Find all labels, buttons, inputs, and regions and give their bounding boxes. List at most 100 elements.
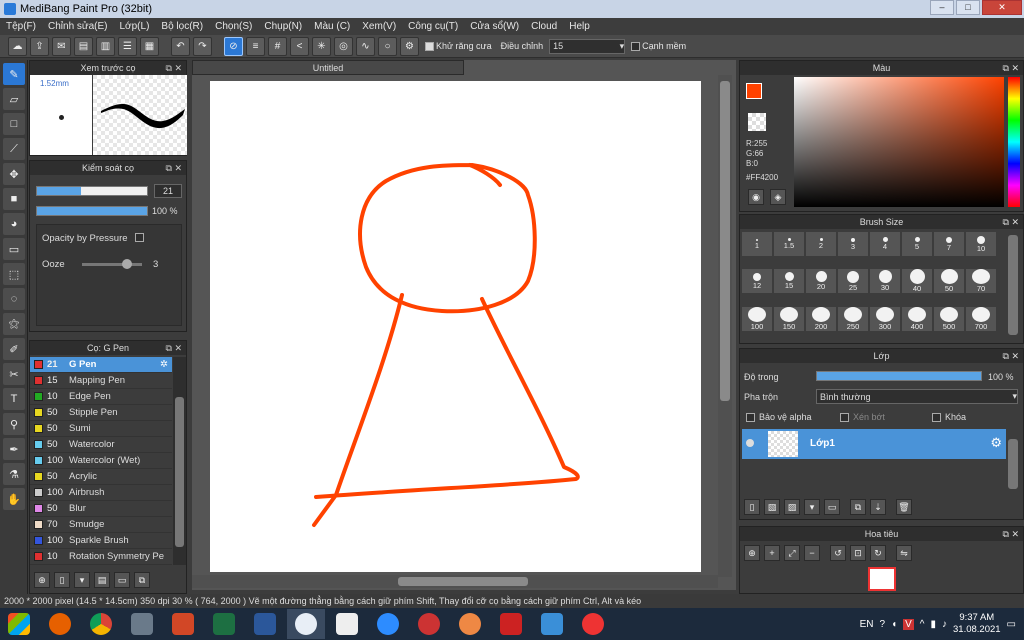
undo-icon[interactable]: ↶ (171, 36, 190, 56)
brush-tool-icon[interactable]: ✎ (3, 63, 25, 85)
taskbar-powerpoint[interactable] (164, 609, 202, 639)
brush-list-item[interactable]: 50 Stipple Pen (30, 405, 172, 421)
duplicate-icon[interactable]: ⧉ (134, 572, 150, 588)
radial-snap-icon[interactable]: ✳ (312, 36, 331, 56)
primary-color-swatch[interactable] (746, 83, 762, 99)
grid-settings-icon[interactable]: ▦ (140, 36, 159, 56)
rotate-left-icon[interactable]: ↺ (830, 545, 846, 561)
close-button[interactable]: ✕ (982, 0, 1022, 15)
taskbar-app-orange[interactable] (451, 609, 489, 639)
operation-tool-icon[interactable]: ⚲ (3, 413, 25, 435)
brush-size-cell[interactable]: 50 (934, 269, 964, 294)
lasso-tool-icon[interactable]: ◌ (3, 288, 25, 310)
brush-size-scroll-thumb[interactable] (1008, 235, 1018, 335)
document-tab[interactable]: Untitled (192, 60, 464, 75)
brush-list-item[interactable]: 50 Watercolor (30, 437, 172, 453)
canvas-horizontal-scrollbar[interactable] (192, 575, 718, 588)
volume-icon[interactable]: ♪ (942, 619, 947, 630)
start-button[interactable] (0, 609, 38, 639)
panel-close-icon[interactable]: ⧉ ✕ (166, 161, 182, 175)
cloud-icon[interactable]: ☁ (8, 36, 27, 56)
move-tool-icon[interactable]: ✥ (3, 163, 25, 185)
taskbar-chrome[interactable] (82, 609, 120, 639)
network-icon[interactable]: ▮ (930, 619, 936, 630)
select-tool-icon[interactable]: ⬚ (3, 263, 25, 285)
layer-type-menu-icon[interactable]: ▾ (804, 499, 820, 515)
grid-snap-icon[interactable]: # (268, 36, 287, 56)
taskbar-app-cf[interactable] (492, 609, 530, 639)
comment-icon[interactable]: ✉ (52, 36, 71, 56)
page-icon[interactable]: ▥ (96, 36, 115, 56)
brush-size-cell[interactable]: 40 (902, 269, 932, 294)
eyedropper-icon[interactable]: ⚗ (3, 463, 25, 485)
brush-size-cell[interactable]: 15 (774, 269, 804, 294)
tray-chevron-icon[interactable]: ^ (920, 619, 925, 630)
brush-opacity-slider[interactable] (36, 206, 148, 216)
brush-size-slider[interactable] (36, 186, 148, 196)
new-8bit-layer-icon[interactable]: ▨ (784, 499, 800, 515)
add-brush-icon[interactable]: ⊕ (34, 572, 50, 588)
smooth-edge-checkbox[interactable] (631, 41, 641, 51)
brush-size-cell[interactable]: 1 (742, 232, 772, 256)
text-tool-icon[interactable]: T (3, 388, 25, 410)
brush-list-item[interactable]: 50 Sumi (30, 421, 172, 437)
antialias-checkbox[interactable] (425, 41, 434, 51)
taskbar-app-blue[interactable] (533, 609, 571, 639)
curve-snap-icon[interactable]: ∿ (356, 36, 375, 56)
brush-list-item[interactable]: 50 Blur (30, 501, 172, 517)
reset-view-icon[interactable]: ⊡ (850, 545, 866, 561)
smooth-edge-toggle[interactable]: Cạnh mềm (628, 41, 689, 51)
drawing-canvas[interactable] (210, 81, 701, 572)
tray-icon-toggle[interactable]: ◖ (891, 619, 897, 630)
brush-settings-gear-icon[interactable]: ✲ (160, 359, 168, 370)
rotate-right-icon[interactable]: ↻ (870, 545, 886, 561)
transparent-color-swatch[interactable] (748, 113, 766, 131)
taskbar-word[interactable] (246, 609, 284, 639)
menu-color[interactable]: Màu (C) (308, 21, 356, 32)
brush-size-cell[interactable]: 30 (870, 269, 900, 294)
horizontal-scroll-thumb[interactable] (398, 577, 528, 586)
eraser-tool-icon[interactable]: ▱ (3, 88, 25, 110)
brush-size-cell[interactable]: 25 (838, 269, 868, 294)
chat-icon[interactable]: ▤ (74, 36, 93, 56)
snap-off-icon[interactable]: ⊘ (224, 36, 243, 56)
ooze-slider-knob[interactable] (122, 259, 132, 269)
brush-list-item[interactable]: 100 Watercolor (Wet) (30, 453, 172, 469)
brush-size-cell[interactable]: 1.5 (774, 232, 804, 256)
circle-snap-icon[interactable]: ◎ (334, 36, 353, 56)
duplicate-layer-icon[interactable]: ⧉ (850, 499, 866, 515)
panel-close-icon[interactable]: ⧉ ✕ (1003, 215, 1019, 229)
perspective-snap-icon[interactable]: < (290, 36, 309, 56)
panel-close-icon[interactable]: ⧉ ✕ (1003, 61, 1019, 75)
panel-close-icon[interactable]: ⧉ ✕ (166, 341, 182, 355)
layer-folder-icon[interactable]: ▭ (824, 499, 840, 515)
brush-size-cell[interactable]: 70 (966, 269, 996, 294)
dot-tool-icon[interactable]: □ (3, 113, 25, 135)
magic-wand-icon[interactable]: ⚝ (3, 313, 25, 335)
minimize-button[interactable]: – (930, 0, 954, 15)
taskbar-app-ring[interactable] (574, 609, 612, 639)
brush-size-cell[interactable]: 4 (870, 232, 900, 256)
panel-close-icon[interactable]: ⧉ ✕ (1003, 349, 1019, 363)
brush-size-value[interactable]: 21 (154, 184, 182, 198)
list-icon[interactable]: ☰ (118, 36, 137, 56)
ooze-slider[interactable] (82, 259, 142, 269)
taskbar-unikey[interactable] (328, 609, 366, 639)
menu-filter[interactable]: Bộ lọc(R) (155, 21, 209, 32)
brush-size-cell[interactable]: 3 (838, 232, 868, 256)
redo-icon[interactable]: ↷ (193, 36, 212, 56)
brush-size-cell[interactable]: 250 (838, 306, 868, 331)
language-indicator[interactable]: EN (860, 619, 874, 630)
brush-size-cell[interactable]: 150 (774, 306, 804, 331)
menu-capture[interactable]: Chụp(N) (258, 21, 308, 32)
flip-icon[interactable]: ⇋ (896, 545, 912, 561)
select-eraser-icon[interactable]: ✂ (3, 363, 25, 385)
snap-settings-icon[interactable]: ⚙ (400, 36, 419, 56)
protect-alpha-checkbox[interactable] (746, 412, 755, 422)
brush-list-scroll-thumb[interactable] (175, 397, 184, 547)
adjust-dropdown[interactable]: 15 ▾ (549, 38, 626, 54)
clip-option[interactable]: Xén bớt (840, 412, 885, 422)
antialias-toggle[interactable]: Khử răng cưa (422, 41, 495, 51)
canvas-vertical-scrollbar[interactable] (718, 75, 732, 577)
gear-icon[interactable]: ⚙ (990, 435, 1002, 451)
